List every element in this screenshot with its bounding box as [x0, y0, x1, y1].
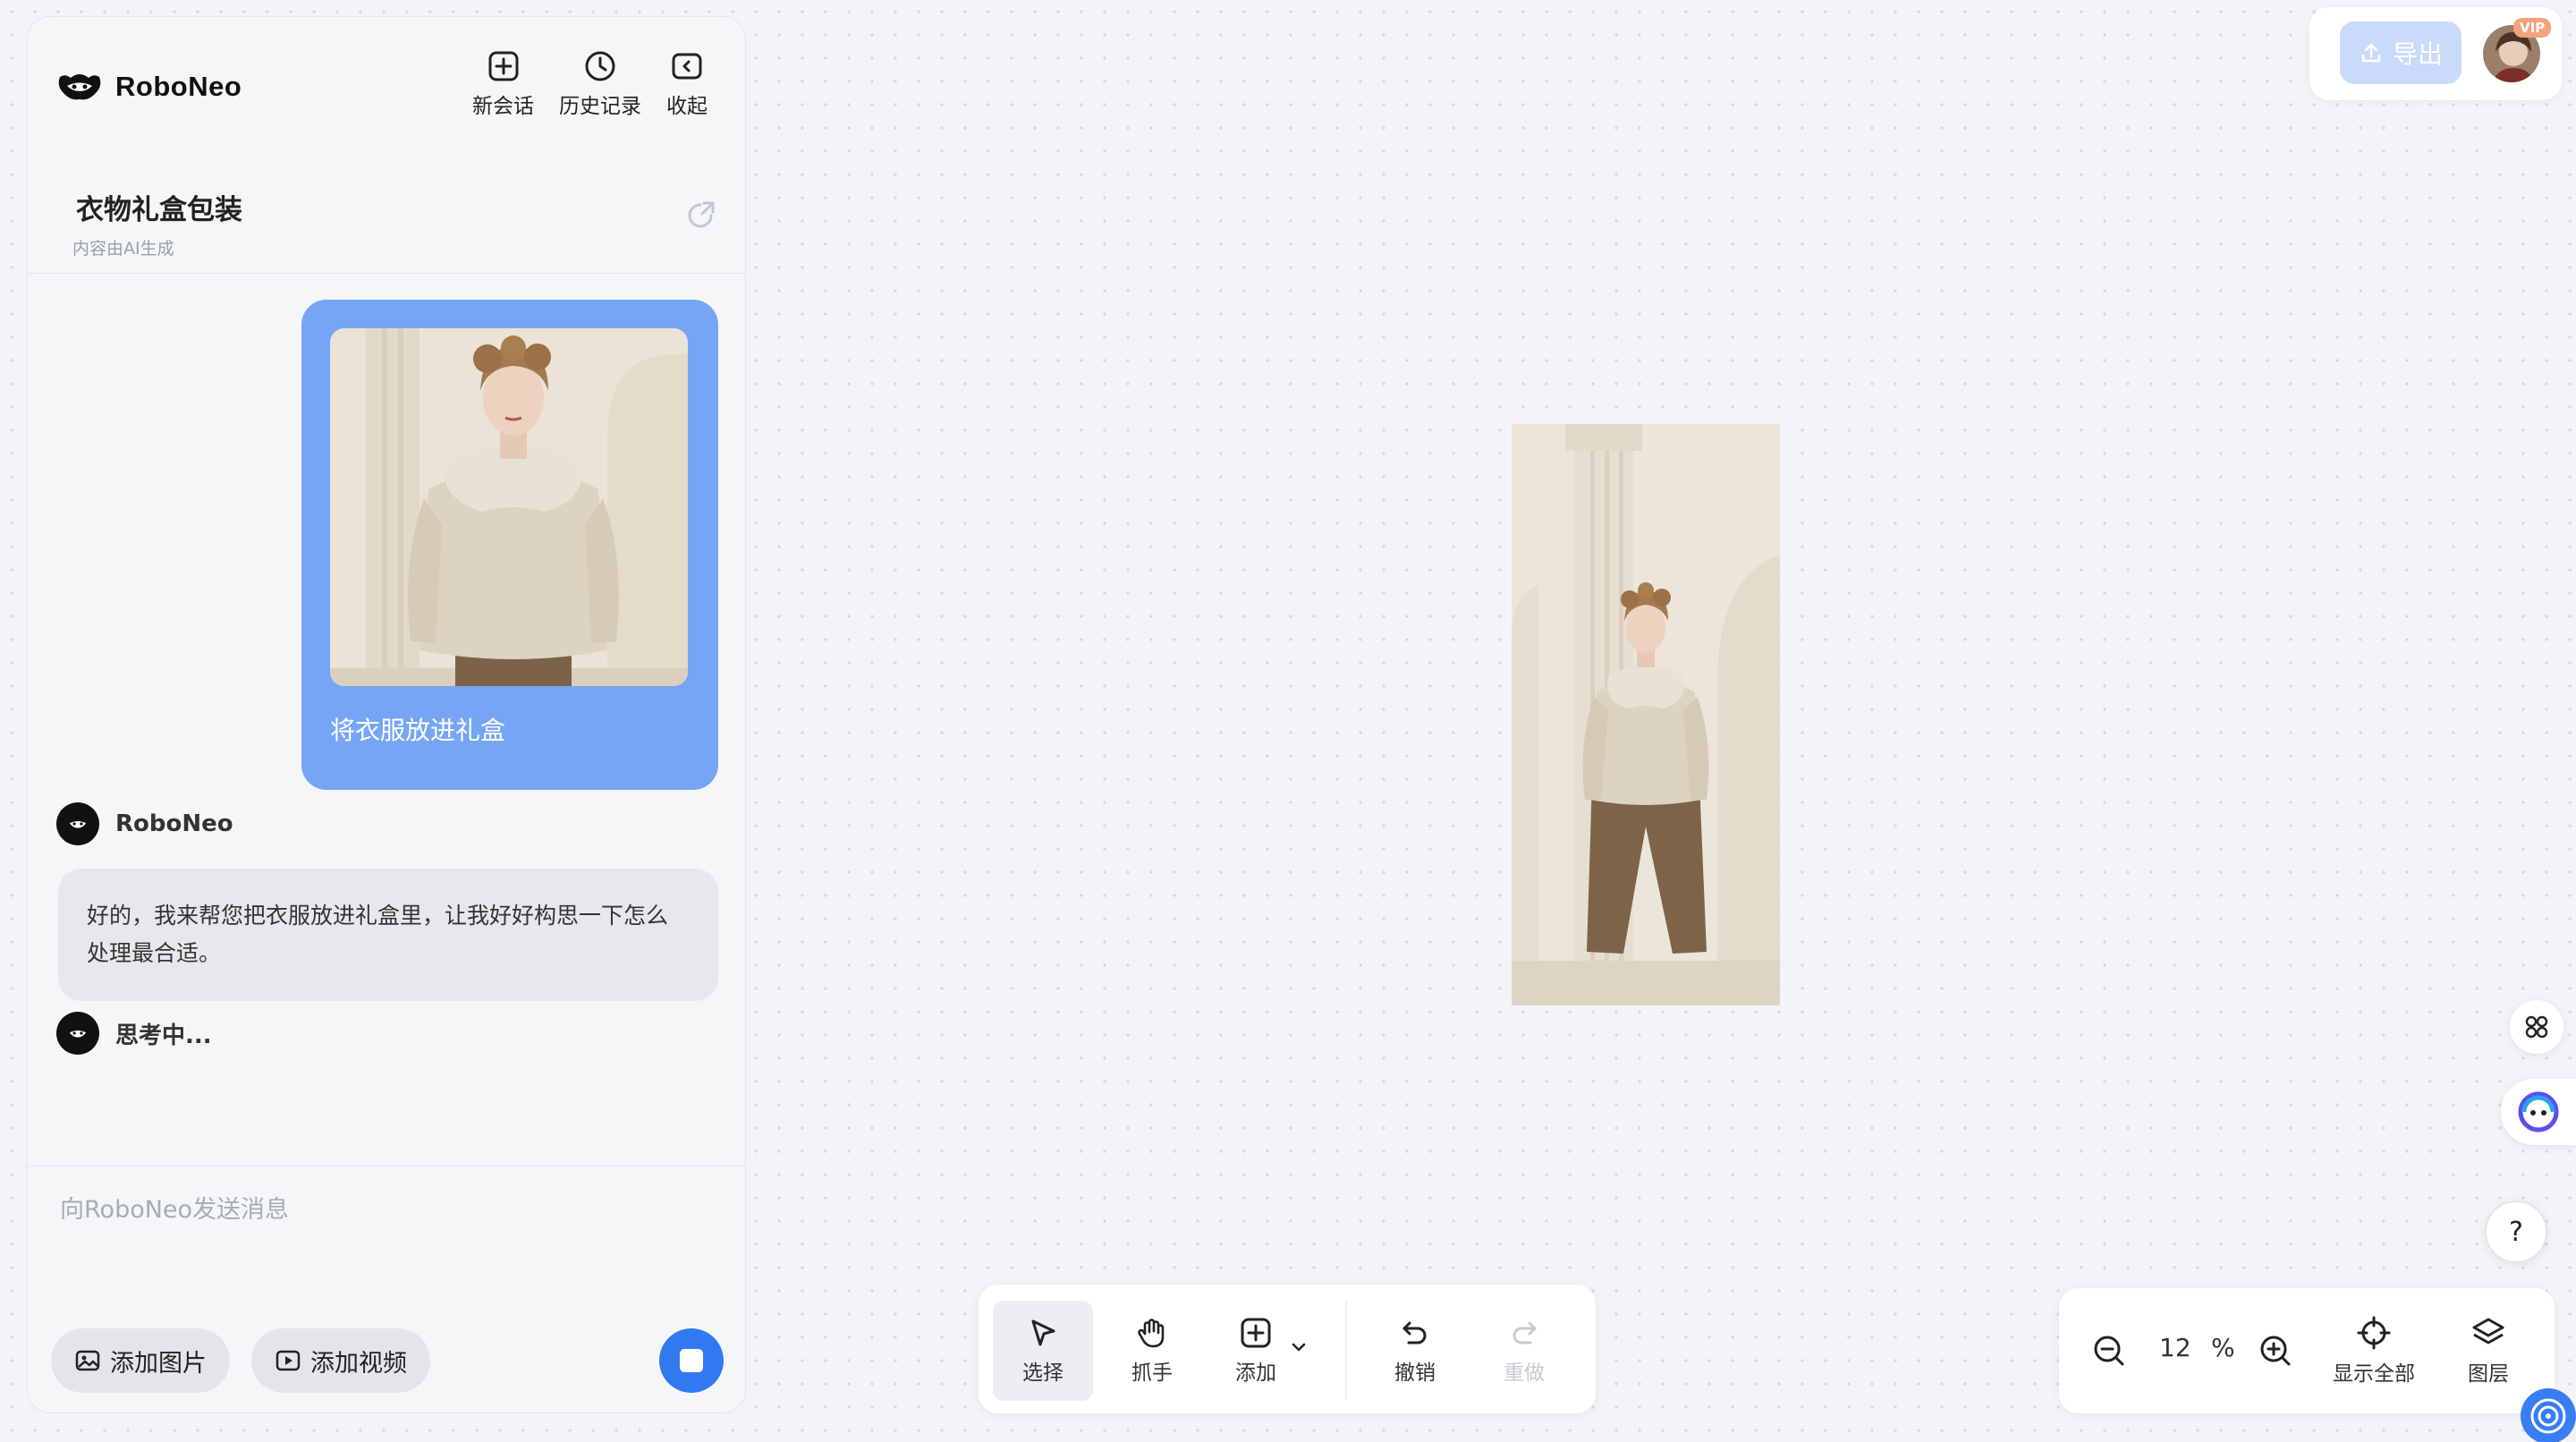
- stop-icon: [680, 1349, 703, 1372]
- video-icon: [275, 1350, 301, 1371]
- message-input[interactable]: [60, 1196, 713, 1224]
- chevron-down-icon: [1292, 1343, 1306, 1352]
- select-tool[interactable]: 选择: [993, 1301, 1093, 1401]
- brand-name: RoboNeo: [115, 71, 242, 102]
- apps-button[interactable]: [2510, 1000, 2563, 1054]
- add-label: 添加: [1235, 1361, 1276, 1385]
- help-button[interactable]: ?: [2485, 1200, 2547, 1263]
- brand: RoboNeo: [56, 71, 242, 103]
- add-video-label: 添加视频: [310, 1349, 407, 1378]
- target-icon: [2530, 1398, 2566, 1434]
- top-right-bar: 导出 VIP: [2309, 7, 2562, 100]
- hand-icon: [1138, 1319, 1165, 1348]
- zoom-out-button[interactable]: [2084, 1288, 2134, 1413]
- apps-grid-icon: [2525, 1015, 2548, 1039]
- layers-icon: [2472, 1318, 2504, 1344]
- zoom-bar: 12 % 显示全部 图层: [2059, 1288, 2555, 1413]
- thinking-text: 思考中...: [115, 1022, 212, 1049]
- cursor-icon: [1031, 1319, 1055, 1346]
- focus-target-icon: [2357, 1316, 2391, 1350]
- add-tool[interactable]: 添加: [1213, 1301, 1299, 1401]
- zoom-value[interactable]: 12: [2159, 1333, 2191, 1362]
- export-button[interactable]: 导出: [2340, 21, 2462, 84]
- bot-name: RoboNeo: [115, 810, 233, 837]
- fit-all-button[interactable]: 显示全部: [2324, 1288, 2424, 1413]
- toolbar-divider: [1345, 1301, 1347, 1399]
- stop-generation-button[interactable]: [659, 1328, 724, 1393]
- canvas-image[interactable]: [1512, 424, 1780, 1005]
- upload-icon: [2361, 43, 2381, 63]
- zoom-out-icon: [2094, 1336, 2124, 1366]
- add-dropdown-button[interactable]: [1288, 1336, 1309, 1358]
- image-icon: [75, 1350, 100, 1371]
- roboneo-logo-icon: [56, 72, 103, 102]
- assistant-face-icon: [2518, 1091, 2559, 1132]
- layers-label: 图层: [2468, 1362, 2509, 1386]
- redo-icon: [1513, 1321, 1537, 1344]
- user-message-text: 将衣服放进礼盒: [330, 716, 506, 745]
- add-image-button[interactable]: 添加图片: [51, 1328, 230, 1393]
- new-chat-label: 新会话: [472, 95, 534, 118]
- hand-label: 抓手: [1131, 1361, 1173, 1385]
- user-message: 将衣服放进礼盒: [301, 300, 718, 790]
- thinking-indicator: 思考中...: [56, 1012, 212, 1055]
- add-box-icon: [1241, 1318, 1271, 1348]
- share-button[interactable]: [684, 199, 716, 232]
- add-image-label: 添加图片: [110, 1349, 207, 1378]
- undo-button[interactable]: 撤销: [1372, 1301, 1458, 1401]
- conversation-title: 衣物礼盒包装: [76, 194, 242, 226]
- zoom-in-icon: [2260, 1336, 2291, 1366]
- chat-panel: RoboNeo 新会话 历史记录 收起 衣物礼盒包装 内容由AI生成 将衣服放进…: [27, 16, 746, 1413]
- ai-generated-note: 内容由AI生成: [72, 239, 174, 259]
- bot-header: RoboNeo: [56, 802, 233, 845]
- roboneo-avatar-icon: [69, 821, 87, 828]
- roboneo-avatar-icon: [69, 1031, 87, 1038]
- undo-icon: [1402, 1321, 1427, 1344]
- bot-avatar-thinking: [56, 1012, 99, 1055]
- history-label: 历史记录: [559, 95, 641, 118]
- undo-label: 撤销: [1394, 1361, 1436, 1385]
- select-label: 选择: [1022, 1361, 1063, 1385]
- assistant-button[interactable]: [2501, 1079, 2576, 1145]
- zoom-in-button[interactable]: [2250, 1288, 2301, 1413]
- header-divider: [28, 273, 745, 274]
- share-icon: [688, 201, 715, 228]
- collapse-label: 收起: [666, 95, 708, 118]
- history-button[interactable]: 历史记录: [559, 49, 641, 119]
- new-chat-button[interactable]: 新会话: [472, 49, 534, 119]
- canvas-toolbar: 选择 抓手 添加 撤销 重做: [979, 1285, 1596, 1413]
- bot-message: 好的，我来帮您把衣服放进礼盒里，让我好好构思一下怎么处理最合适。: [58, 869, 718, 1001]
- collapse-panel-icon: [672, 53, 702, 80]
- layers-button[interactable]: 图层: [2444, 1288, 2533, 1413]
- bot-avatar: [56, 802, 99, 845]
- hand-tool[interactable]: 抓手: [1109, 1301, 1195, 1401]
- vip-badge: VIP: [2513, 18, 2552, 38]
- add-video-button[interactable]: 添加视频: [251, 1328, 430, 1393]
- new-chat-icon: [488, 51, 518, 81]
- clock-icon: [585, 51, 615, 81]
- collapse-button[interactable]: 收起: [666, 49, 708, 119]
- user-uploaded-image[interactable]: [330, 328, 688, 686]
- panel-top-actions: 新会话 历史记录 收起: [472, 49, 708, 119]
- redo-label: 重做: [1504, 1361, 1545, 1385]
- zoom-unit: %: [2211, 1333, 2235, 1362]
- export-label: 导出: [2392, 39, 2443, 69]
- redo-button[interactable]: 重做: [1481, 1301, 1567, 1401]
- feedback-button[interactable]: [2521, 1388, 2576, 1442]
- fit-all-label: 显示全部: [2333, 1362, 2415, 1386]
